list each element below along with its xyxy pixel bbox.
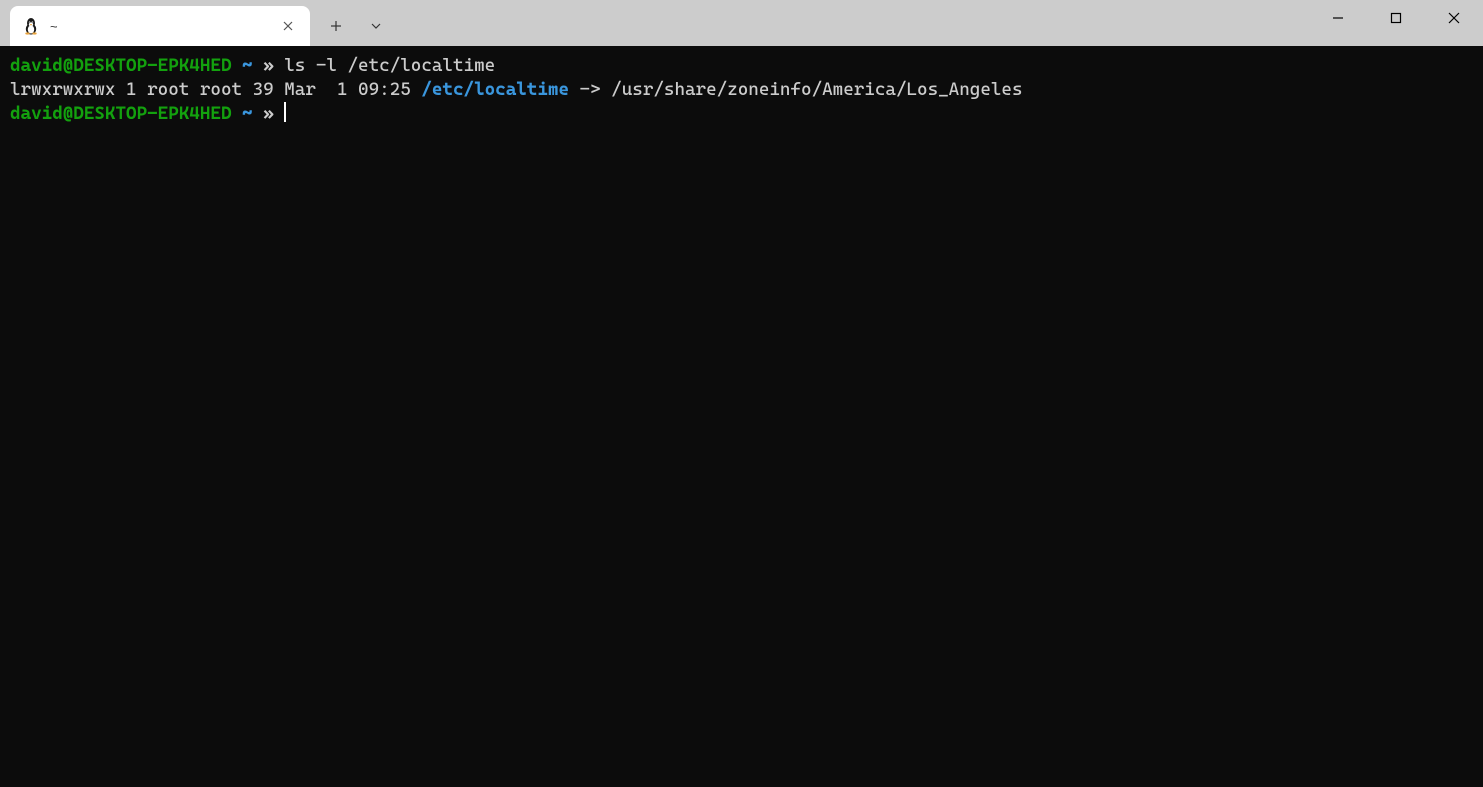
chevron-down-icon [370,22,382,30]
ls-output-arrow: -> [569,79,611,100]
minimize-button[interactable] [1309,0,1367,36]
tab-actions [318,6,394,46]
titlebar: ~ [0,0,1483,46]
maximize-button[interactable] [1367,0,1425,36]
active-tab[interactable]: ~ [10,6,310,46]
tab-dropdown-button[interactable] [358,8,394,44]
terminal-output[interactable]: david@DESKTOP-EPK4HED ~ » ls -l /etc/loc… [0,46,1483,787]
ls-output-linkname: /etc/localtime [421,79,569,100]
window-controls [1309,0,1483,46]
close-icon [283,21,293,31]
plus-icon [330,20,342,32]
prompt-symbol: » [263,103,274,124]
tab-title: ~ [50,19,278,34]
ls-output-perms: lrwxrwxrwx 1 root root 39 Mar 1 09:25 [10,79,421,100]
prompt-user: david@DESKTOP-EPK4HED [10,55,231,76]
prompt-path: ~ [242,55,253,76]
tab-close-button[interactable] [278,16,298,36]
ls-output-target: /usr/share/zoneinfo/America/Los_Angeles [611,79,1022,100]
command-text: ls -l /etc/localtime [284,55,495,76]
new-tab-button[interactable] [318,8,354,44]
penguin-icon [22,17,40,35]
terminal-cursor [284,102,286,122]
prompt-user: david@DESKTOP-EPK4HED [10,103,231,124]
close-icon [1448,12,1460,24]
close-window-button[interactable] [1425,0,1483,36]
prompt-path: ~ [242,103,253,124]
maximize-icon [1390,12,1402,24]
minimize-icon [1332,12,1344,24]
prompt-symbol: » [263,55,274,76]
